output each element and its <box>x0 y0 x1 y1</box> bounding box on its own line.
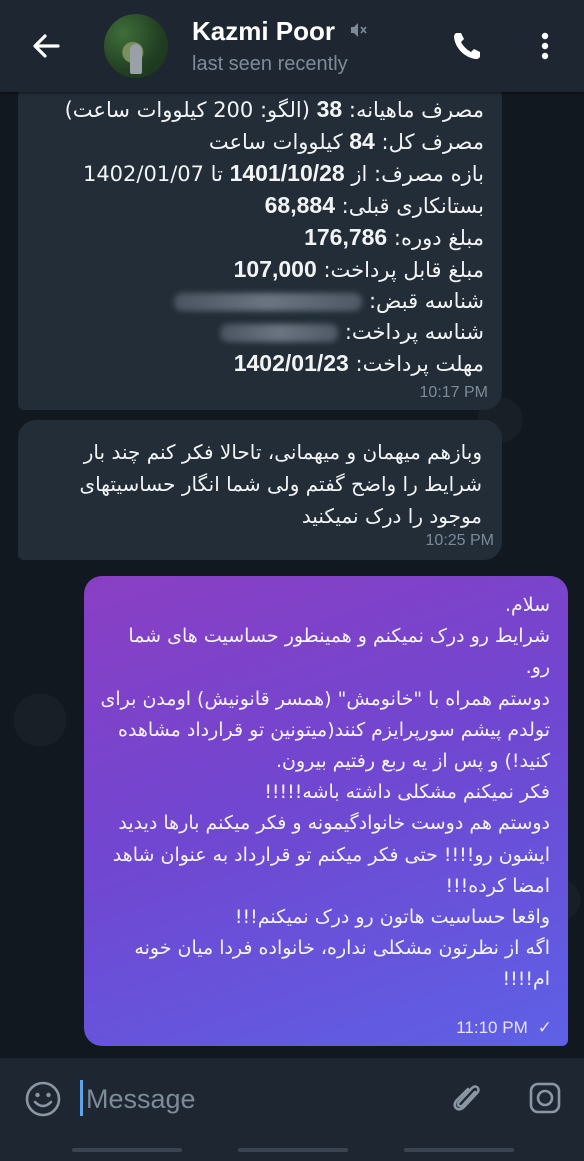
paperclip-icon[interactable] <box>448 1078 486 1118</box>
nav-indicator <box>72 1148 182 1152</box>
message-time: 10:25 PM <box>425 532 494 549</box>
camera-icon[interactable] <box>526 1078 564 1118</box>
bill-line: مصرف کل: 84 کیلووات ساعت <box>208 128 484 154</box>
system-nav-bar <box>0 1140 584 1161</box>
bill-line: شناسه قبض: <box>32 286 484 317</box>
muted-speaker-icon <box>348 20 368 40</box>
message-input-bar <box>0 1058 584 1140</box>
message-time: 11:10 PM <box>456 1018 528 1037</box>
message-time-row: 11:10 PM ✓ <box>456 1018 552 1038</box>
bill-line: بازه مصرف: از 1401/10/28 تا 1402/01/07 <box>82 160 484 186</box>
redacted-payment-id <box>220 324 339 342</box>
message-text: وبازهم میهمان و میهمانی، تاحالا فکر کنم … <box>79 440 482 528</box>
bill-line: مهلت پرداخت: 1402/01/23 <box>233 350 484 376</box>
message-time: 10:17 PM <box>419 384 488 401</box>
nav-indicator <box>404 1148 514 1152</box>
last-seen-status: last seen recently <box>192 53 348 75</box>
contact-name[interactable]: Kazmi Poor <box>192 16 335 47</box>
redacted-bill-id <box>174 293 363 311</box>
bill-line: مبلغ قابل پرداخت: 107,000 <box>233 256 484 282</box>
message-bubble-incoming[interactable]: وبازهم میهمان و میهمانی، تاحالا فکر کنم … <box>18 420 502 560</box>
emoji-icon[interactable] <box>24 1080 62 1118</box>
back-arrow-icon[interactable] <box>28 28 64 64</box>
message-bubble-incoming[interactable]: مصرف ماهیانه: 38 (الگو: 200 کیلووات ساعت… <box>18 80 502 410</box>
nav-indicator <box>238 1148 348 1152</box>
text-cursor <box>80 1080 83 1116</box>
sent-check-icon: ✓ <box>537 1018 552 1037</box>
bill-line: مصرف ماهیانه: 38 (الگو: 200 کیلووات ساعت… <box>64 96 484 122</box>
avatar[interactable] <box>104 14 168 78</box>
chat-header: Kazmi Poor last seen recently <box>0 0 584 92</box>
message-bubble-outgoing[interactable]: سلام. شرایط رو درک نمیکنم و همینطور حساس… <box>84 576 568 1046</box>
bill-line: شناسه پرداخت: <box>32 317 484 348</box>
phone-call-icon[interactable] <box>448 27 486 65</box>
message-text: سلام. شرایط رو درک نمیکنم و همینطور حساس… <box>100 594 551 991</box>
bill-line: بستانکاری قبلی: 68,884 <box>264 192 484 218</box>
more-options-icon[interactable] <box>530 28 560 64</box>
bill-line: مبلغ دوره: 176,786 <box>304 224 484 250</box>
message-input[interactable] <box>84 1074 428 1124</box>
